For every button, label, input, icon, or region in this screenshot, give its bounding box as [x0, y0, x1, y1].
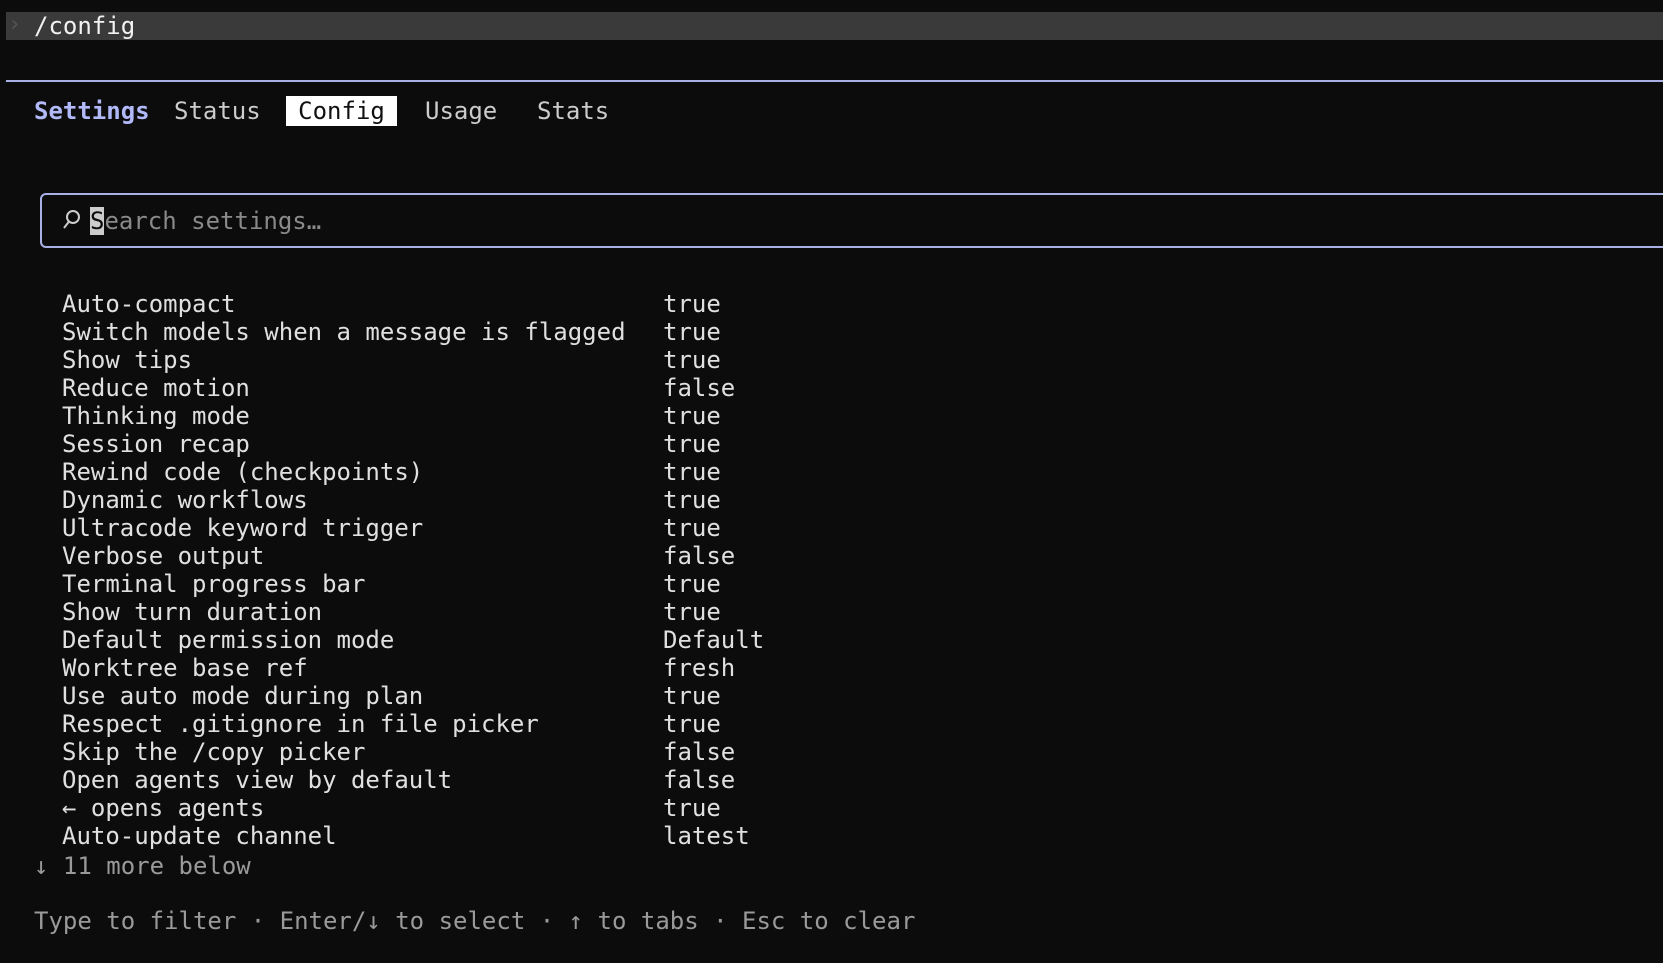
setting-row[interactable]: Worktree base ref fresh: [62, 654, 1062, 682]
setting-row[interactable]: Open agents view by default false: [62, 766, 1062, 794]
setting-label: Default permission mode: [62, 626, 395, 654]
setting-value: true: [663, 514, 721, 542]
setting-row[interactable]: Auto-compact true: [62, 290, 1062, 318]
setting-row[interactable]: Verbose output false: [62, 542, 1062, 570]
setting-row[interactable]: Respect .gitignore in file picker true: [62, 710, 1062, 738]
tab-config[interactable]: Config: [286, 96, 397, 126]
setting-label: Thinking mode: [62, 402, 250, 430]
setting-value: true: [663, 290, 721, 318]
setting-label: Auto-compact: [62, 290, 236, 318]
keyboard-hint: Type to filter · Enter/↓ to select · ↑ t…: [34, 907, 916, 935]
setting-label: Verbose output: [62, 542, 265, 570]
setting-value: latest: [663, 822, 750, 850]
setting-label: Rewind code (checkpoints): [62, 458, 424, 486]
setting-label: Terminal progress bar: [62, 570, 366, 598]
text-cursor: S: [90, 207, 105, 235]
command-text: /config: [34, 12, 136, 40]
tab-status[interactable]: Status: [174, 96, 261, 126]
setting-value: true: [663, 598, 721, 626]
setting-value: true: [663, 682, 721, 710]
setting-label: Open agents view by default: [62, 766, 453, 794]
setting-value: false: [663, 766, 736, 794]
chevron-right-icon: ›: [8, 12, 22, 37]
setting-value: true: [663, 486, 721, 514]
setting-row[interactable]: Switch models when a message is flagged t…: [62, 318, 1062, 346]
setting-row[interactable]: Reduce motion false: [62, 374, 1062, 402]
search-icon: [62, 207, 86, 235]
setting-row[interactable]: Auto-update channel latest: [62, 822, 1062, 850]
setting-label: Reduce motion: [62, 374, 250, 402]
setting-row[interactable]: Terminal progress bar true: [62, 570, 1062, 598]
setting-value: Default: [663, 626, 765, 654]
search-placeholder: earch settings…: [104, 207, 322, 235]
setting-row[interactable]: Show turn duration true: [62, 598, 1062, 626]
setting-label: Switch models when a message is flagged: [62, 318, 626, 346]
setting-row[interactable]: Session recap true: [62, 430, 1062, 458]
setting-value: false: [663, 738, 736, 766]
setting-value: true: [663, 346, 721, 374]
command-bar: › /config: [6, 12, 1663, 40]
setting-label: Use auto mode during plan: [62, 682, 424, 710]
setting-row[interactable]: Show tips true: [62, 346, 1062, 374]
setting-label: Ultracode keyword trigger: [62, 514, 424, 542]
setting-value: true: [663, 570, 721, 598]
setting-label: Respect .gitignore in file picker: [62, 710, 539, 738]
setting-row[interactable]: Thinking mode true: [62, 402, 1062, 430]
settings-list: Auto-compact true Switch models when a me…: [62, 290, 1062, 850]
tab-usage[interactable]: Usage: [425, 96, 497, 126]
setting-value: false: [663, 542, 736, 570]
setting-value: true: [663, 710, 721, 738]
search-input[interactable]: Search settings…: [90, 206, 321, 236]
setting-value: false: [663, 374, 736, 402]
more-below-indicator: ↓ 11 more below: [34, 852, 251, 880]
setting-row[interactable]: Skip the /copy picker false: [62, 738, 1062, 766]
setting-label: Skip the /copy picker: [62, 738, 366, 766]
setting-row[interactable]: Rewind code (checkpoints) true: [62, 458, 1062, 486]
setting-value: true: [663, 430, 721, 458]
divider: [6, 80, 1663, 82]
setting-label: Session recap: [62, 430, 250, 458]
tab-stats[interactable]: Stats: [537, 96, 609, 126]
setting-row[interactable]: Ultracode keyword trigger true: [62, 514, 1062, 542]
setting-row[interactable]: Default permission mode Default: [62, 626, 1062, 654]
setting-row[interactable]: Dynamic workflows true: [62, 486, 1062, 514]
setting-label: ← opens agents: [62, 794, 265, 822]
setting-value: true: [663, 402, 721, 430]
setting-value: fresh: [663, 654, 736, 682]
setting-label: Show tips: [62, 346, 193, 374]
setting-label: Dynamic workflows: [62, 486, 308, 514]
settings-title: Settings: [34, 97, 150, 125]
setting-value: true: [663, 318, 721, 346]
setting-value: true: [663, 794, 721, 822]
setting-label: Show turn duration: [62, 598, 323, 626]
search-box[interactable]: Search settings…: [40, 193, 1663, 248]
setting-label: Worktree base ref: [62, 654, 308, 682]
setting-row[interactable]: ← opens agents true: [62, 794, 1062, 822]
setting-value: true: [663, 458, 721, 486]
setting-label: Auto-update channel: [62, 822, 337, 850]
setting-row[interactable]: Use auto mode during plan true: [62, 682, 1062, 710]
